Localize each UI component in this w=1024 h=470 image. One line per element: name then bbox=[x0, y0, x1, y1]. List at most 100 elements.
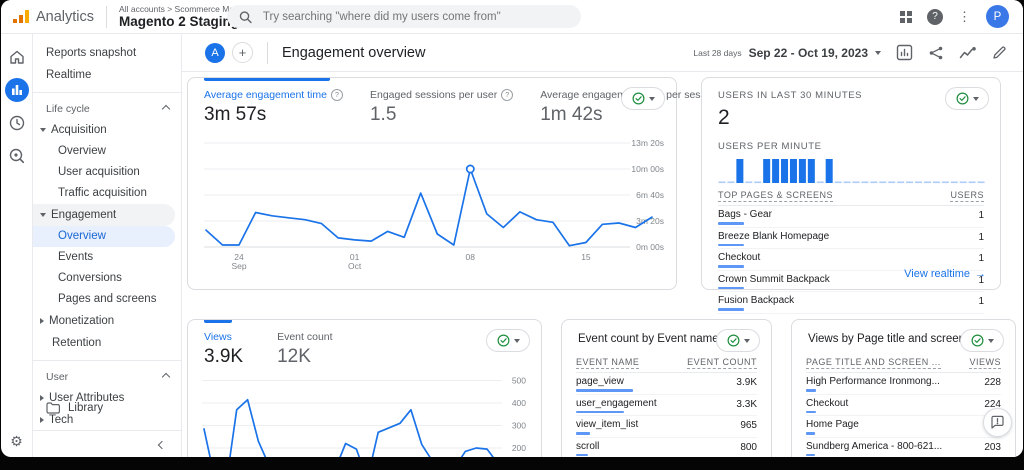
admin-gear-icon[interactable]: ⚙ bbox=[1, 433, 32, 450]
table-row: High Performance Ironmong... 228 bbox=[806, 373, 1001, 395]
sidebar-section-user[interactable]: User bbox=[33, 367, 181, 387]
sidebar-item-library[interactable]: Library bbox=[46, 402, 103, 414]
table-row: Bags - Gear 1 bbox=[718, 206, 984, 228]
analytics-logo-icon bbox=[13, 10, 29, 23]
triangle-down-icon bbox=[40, 128, 46, 132]
users-per-minute-bar-chart bbox=[718, 154, 985, 186]
svg-text:0m 00s: 0m 00s bbox=[636, 242, 664, 252]
kebab-menu-icon[interactable]: ⋮ bbox=[958, 9, 971, 25]
metric-tab-engaged-sessions-per-user[interactable]: Engaged sessions per user? 1.5 bbox=[370, 89, 540, 126]
data-quality-badge[interactable] bbox=[960, 329, 1004, 352]
column-header-views[interactable]: VIEWS bbox=[969, 357, 1001, 369]
feedback-button[interactable] bbox=[983, 408, 1012, 437]
view-realtime-link[interactable]: View realtime → bbox=[904, 268, 986, 280]
data-quality-badge[interactable] bbox=[486, 329, 530, 352]
row-value-bar bbox=[806, 453, 815, 456]
share-icon[interactable] bbox=[928, 45, 944, 61]
date-range-value: Sep 22 - Oct 19, 2023 bbox=[748, 45, 868, 60]
search-icon bbox=[239, 10, 252, 23]
info-icon: ? bbox=[330, 89, 343, 101]
column-header-users[interactable]: USERS bbox=[950, 190, 984, 202]
row-value: 1 bbox=[978, 253, 984, 264]
sidebar-item-overview[interactable]: Overview bbox=[33, 226, 175, 247]
sidebar-item-events[interactable]: Events bbox=[33, 247, 181, 268]
sidebar-section-life-cycle[interactable]: Life cycle bbox=[33, 99, 181, 119]
svg-text:10m 00s: 10m 00s bbox=[631, 164, 664, 174]
help-icon[interactable]: ? bbox=[927, 8, 943, 25]
explore-icon[interactable] bbox=[5, 111, 29, 135]
chevron-down-icon bbox=[648, 96, 655, 101]
data-quality-badge[interactable] bbox=[716, 329, 760, 352]
events-table: EVENT NAME EVENT COUNT page_view 3.9K user… bbox=[562, 357, 771, 457]
sidebar-item-pages-and-screens[interactable]: Pages and screens bbox=[33, 289, 181, 310]
triangle-right-icon bbox=[40, 395, 44, 401]
metric-value: 3m 57s bbox=[204, 104, 267, 125]
metric-tab-views[interactable]: Views 3.9K bbox=[204, 331, 277, 368]
chevron-down-icon bbox=[513, 338, 520, 343]
sidebar-item-user-acquisition[interactable]: User acquisition bbox=[33, 162, 181, 183]
sidebar-item-realtime[interactable]: Realtime bbox=[33, 64, 181, 86]
chevron-down-icon bbox=[972, 96, 979, 101]
insights-icon[interactable] bbox=[959, 46, 977, 60]
pages-views-card: Views by Page title and screen class PAG… bbox=[791, 319, 1016, 457]
sidebar-item-label: Acquisition bbox=[51, 124, 107, 136]
data-quality-badge[interactable] bbox=[621, 87, 665, 110]
row-name: Checkout bbox=[718, 252, 761, 263]
column-header-pages[interactable]: TOP PAGES & SCREENS bbox=[718, 190, 834, 202]
advertising-icon[interactable] bbox=[5, 144, 29, 168]
metric-tab-event-count[interactable]: Event count 12K bbox=[277, 331, 359, 368]
svg-text:15: 15 bbox=[581, 252, 591, 262]
edit-pencil-icon[interactable] bbox=[992, 45, 1007, 60]
sidebar-item-overview[interactable]: Overview bbox=[33, 141, 181, 162]
sidebar-item-conversions[interactable]: Conversions bbox=[33, 268, 181, 289]
row-value-bar bbox=[718, 243, 744, 246]
column-header-page-title[interactable]: PAGE TITLE AND SCREEN ... bbox=[806, 357, 941, 369]
avatar[interactable]: P bbox=[986, 5, 1009, 28]
date-range-picker[interactable]: Last 28 days Sep 22 - Oct 19, 2023 bbox=[693, 46, 881, 60]
row-value-bar bbox=[718, 222, 744, 225]
view-realtime-label: View realtime bbox=[904, 268, 970, 280]
collapse-sidebar-icon[interactable] bbox=[157, 440, 167, 449]
info-icon: ? bbox=[501, 89, 514, 101]
svg-text:400: 400 bbox=[512, 398, 526, 408]
add-comparison-button[interactable]: + bbox=[232, 42, 253, 63]
property-name: Magento 2 Staging bbox=[119, 14, 240, 29]
row-value: 1 bbox=[978, 210, 984, 221]
feedback-bubble-icon bbox=[991, 415, 1004, 429]
report-comparison-icon[interactable] bbox=[896, 44, 913, 61]
svg-text:Oct: Oct bbox=[348, 261, 362, 271]
triangle-down-icon bbox=[40, 213, 46, 217]
sidebar-item-retention[interactable]: Retention bbox=[33, 332, 181, 354]
table-row: view_item_list 965 bbox=[576, 416, 757, 438]
row-name: Checkout bbox=[806, 397, 849, 409]
column-header-event-name[interactable]: EVENT NAME bbox=[576, 357, 640, 369]
sidebar-item-engagement[interactable]: Engagement bbox=[33, 204, 175, 226]
chevron-up-icon bbox=[161, 104, 171, 114]
row-value-bar bbox=[718, 308, 744, 311]
table-row: user_engagement 3.3K bbox=[576, 395, 757, 416]
reports-icon[interactable] bbox=[4, 78, 29, 102]
metric-tab-average-engagement-time[interactable]: Average engagement time? 3m 57s bbox=[204, 89, 370, 126]
engagement-time-line-chart: 0m 00s 3m 20s 6m 40s 10m 00s 13m 20s 24 Sep 01 O… bbox=[188, 126, 676, 272]
date-range-label: Last 28 days bbox=[693, 47, 742, 58]
data-quality-badge[interactable] bbox=[945, 87, 989, 110]
sidebar-item-monetization[interactable]: Monetization bbox=[33, 310, 181, 332]
apps-grid-icon[interactable] bbox=[900, 10, 912, 23]
search-bar[interactable] bbox=[227, 5, 581, 28]
collection-badge[interactable]: A bbox=[205, 42, 225, 63]
metric-value: 3.9K bbox=[204, 346, 244, 367]
row-value: 1 bbox=[978, 231, 984, 243]
column-header-event-count[interactable]: EVENT COUNT bbox=[687, 357, 757, 369]
event-count-card: Event count by Event name EVENT NAME EVE… bbox=[561, 319, 772, 457]
home-icon[interactable] bbox=[5, 45, 29, 69]
sidebar-item-traffic-acquisition[interactable]: Traffic acquisition bbox=[33, 183, 181, 204]
section-label: User bbox=[46, 371, 69, 383]
metric-label: Average engagement time bbox=[204, 89, 327, 101]
table-row: Breeze Blank Homepage 1 bbox=[718, 228, 984, 249]
sidebar-footer bbox=[33, 430, 181, 457]
sidebar-item-acquisition[interactable]: Acquisition bbox=[33, 119, 181, 141]
topbar-divider bbox=[106, 5, 108, 28]
search-input[interactable] bbox=[260, 9, 569, 24]
sidebar-item-reports-snapshot[interactable]: Reports snapshot bbox=[33, 42, 181, 64]
svg-text:6m 40s: 6m 40s bbox=[636, 190, 664, 200]
